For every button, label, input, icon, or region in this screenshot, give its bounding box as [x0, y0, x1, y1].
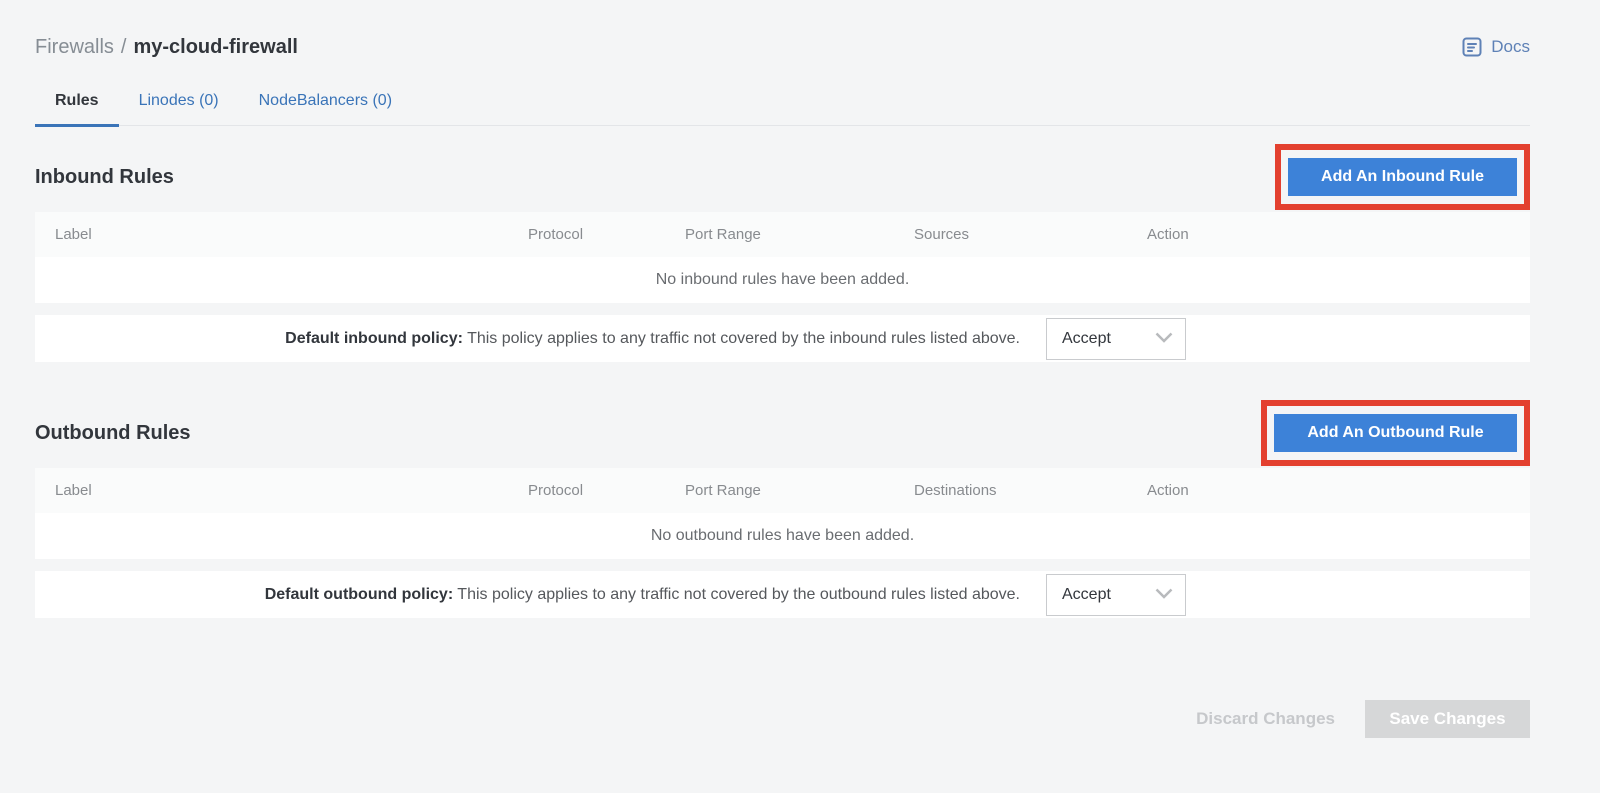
tab-linodes[interactable]: Linodes (0): [119, 92, 239, 125]
docs-link-label: Docs: [1491, 37, 1530, 57]
add-inbound-rule-button[interactable]: Add An Inbound Rule: [1288, 158, 1517, 196]
inbound-column-protocol: Protocol: [508, 226, 665, 243]
add-outbound-rule-button[interactable]: Add An Outbound Rule: [1274, 414, 1517, 452]
outbound-column-label: Label: [35, 482, 508, 499]
inbound-column-sources: Sources: [894, 226, 1127, 243]
docs-link[interactable]: Docs: [1461, 36, 1530, 58]
outbound-table-header: Label Protocol Port Range Destinations A…: [35, 468, 1530, 513]
inbound-policy-description: This policy applies to any traffic not c…: [467, 330, 1020, 347]
annotation-highlight-inbound: Add An Inbound Rule: [1275, 144, 1530, 210]
page-content: Firewalls / my-cloud-firewall Docs Rules…: [35, 0, 1530, 738]
inbound-column-port-range: Port Range: [665, 226, 894, 243]
outbound-policy-row: Default outbound policy: This policy app…: [35, 571, 1530, 618]
inbound-section-header: Inbound Rules Add An Inbound Rule: [35, 144, 1530, 210]
inbound-rules-title: Inbound Rules: [35, 166, 174, 189]
breadcrumb-separator: /: [121, 36, 127, 59]
discard-changes-button[interactable]: Discard Changes: [1196, 709, 1335, 729]
inbound-policy-text: Default inbound policy: This policy appl…: [285, 330, 1020, 348]
outbound-policy-text: Default outbound policy: This policy app…: [265, 586, 1020, 604]
outbound-rules-title: Outbound Rules: [35, 422, 191, 445]
save-changes-button[interactable]: Save Changes: [1365, 700, 1530, 738]
tab-rules[interactable]: Rules: [35, 92, 119, 127]
breadcrumb-current-firewall: my-cloud-firewall: [133, 36, 297, 59]
inbound-table-header: Label Protocol Port Range Sources Action: [35, 212, 1530, 257]
outbound-rules-table: Label Protocol Port Range Destinations A…: [35, 468, 1530, 618]
inbound-policy-row: Default inbound policy: This policy appl…: [35, 315, 1530, 362]
inbound-column-label: Label: [35, 226, 508, 243]
inbound-policy-selected-value: Accept: [1062, 330, 1111, 348]
outbound-column-port-range: Port Range: [665, 482, 894, 499]
chevron-down-icon: [1155, 586, 1173, 604]
tab-bar: Rules Linodes (0) NodeBalancers (0): [35, 92, 1530, 126]
outbound-section-header: Outbound Rules Add An Outbound Rule: [35, 400, 1530, 466]
default-outbound-policy-select[interactable]: Accept: [1046, 574, 1186, 616]
outbound-column-protocol: Protocol: [508, 482, 665, 499]
footer-actions: Discard Changes Save Changes: [35, 700, 1530, 738]
inbound-column-action: Action: [1127, 226, 1530, 243]
inbound-rules-table: Label Protocol Port Range Sources Action…: [35, 212, 1530, 362]
docs-icon: [1461, 36, 1483, 58]
page-header: Firewalls / my-cloud-firewall Docs: [35, 33, 1530, 61]
outbound-empty-message: No outbound rules have been added.: [35, 513, 1530, 559]
breadcrumb-firewalls-link[interactable]: Firewalls: [35, 36, 114, 59]
outbound-column-destinations: Destinations: [894, 482, 1127, 499]
inbound-policy-label: Default inbound policy:: [285, 330, 463, 347]
breadcrumb: Firewalls / my-cloud-firewall: [35, 36, 298, 59]
default-inbound-policy-select[interactable]: Accept: [1046, 318, 1186, 360]
outbound-policy-label: Default outbound policy:: [265, 586, 453, 603]
outbound-policy-description: This policy applies to any traffic not c…: [457, 586, 1020, 603]
tab-nodebalancers[interactable]: NodeBalancers (0): [239, 92, 412, 125]
outbound-policy-selected-value: Accept: [1062, 586, 1111, 604]
inbound-empty-message: No inbound rules have been added.: [35, 257, 1530, 303]
annotation-highlight-outbound: Add An Outbound Rule: [1261, 400, 1530, 466]
outbound-column-action: Action: [1127, 482, 1530, 499]
chevron-down-icon: [1155, 330, 1173, 348]
